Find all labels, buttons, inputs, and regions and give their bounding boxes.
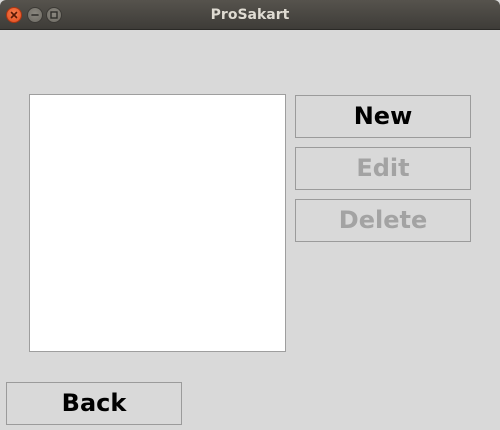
items-listbox[interactable]	[29, 94, 286, 352]
new-button[interactable]: New	[295, 95, 471, 138]
edit-button[interactable]: Edit	[295, 147, 471, 190]
back-button[interactable]: Back	[6, 382, 182, 425]
window-title: ProSakart	[210, 7, 290, 23]
delete-button[interactable]: Delete	[295, 199, 471, 242]
title-bar: ProSakart	[0, 0, 500, 30]
